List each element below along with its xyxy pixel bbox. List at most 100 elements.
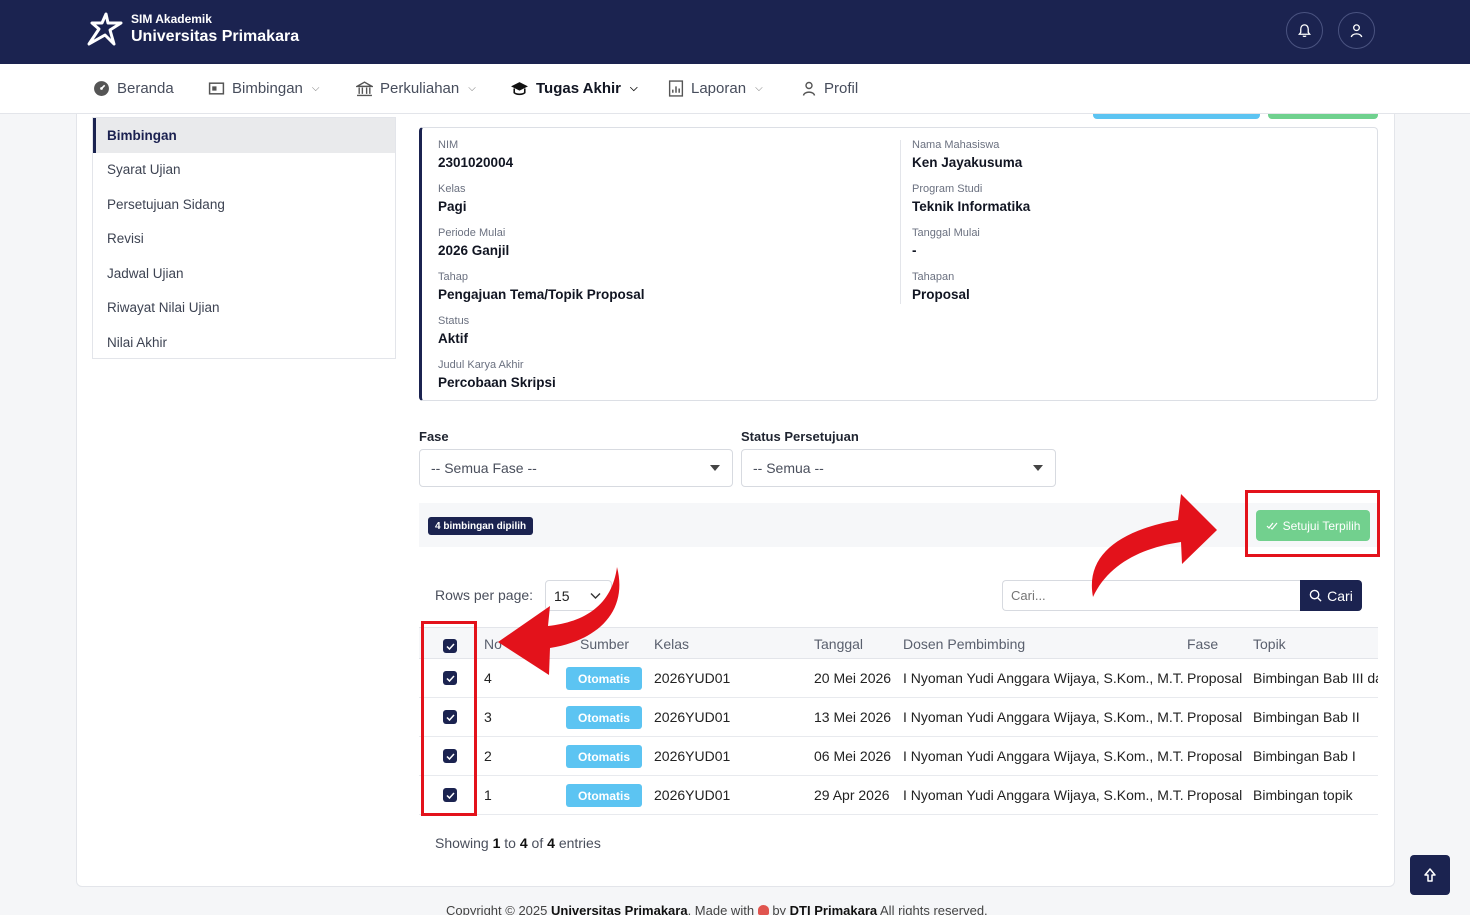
cell-dosen: I Nyoman Yudi Anggara Wijaya, S.Kom., M.…: [903, 709, 1184, 725]
top-header: SIM Akademik Universitas Primakara: [0, 0, 1470, 64]
nav-bimbingan[interactable]: Bimbingan ⌵: [208, 64, 319, 113]
annotation-highlight-approve: [1245, 490, 1380, 557]
scroll-to-top-button[interactable]: [1410, 855, 1450, 895]
info-label: Judul Karya Akhir: [438, 359, 524, 371]
info-periode: Periode Mulai 2026 Ganjil: [438, 226, 509, 262]
info-divider: [900, 140, 901, 304]
info-button-partial[interactable]: [1093, 114, 1260, 119]
source-badge: Otomatis: [566, 784, 642, 807]
sidebar-item-riwayat-nilai-ujian[interactable]: Riwayat Nilai Ujian: [93, 291, 395, 326]
sidebar-item-revisi[interactable]: Revisi: [93, 222, 395, 257]
showing-to: 4: [519, 835, 528, 851]
rows-per-page-value: 15: [554, 587, 570, 604]
student-info-panel: NIM 2301020004 Kelas Pagi Periode Mulai …: [419, 127, 1378, 401]
fase-select-value: -- Semua Fase --: [431, 460, 537, 476]
info-tahap: Tahap Pengajuan Tema/Topik Proposal: [438, 270, 645, 306]
cell-kelas: 2026YUD01: [654, 787, 731, 803]
footer-team-link[interactable]: DTI Primakara: [790, 903, 877, 915]
column-header-fase[interactable]: Fase: [1187, 636, 1218, 652]
showing-suffix: entries: [558, 835, 601, 851]
cell-fase: Proposal: [1187, 787, 1243, 803]
info-label: Nama Mahasiswa: [912, 139, 1000, 151]
info-label: NIM: [438, 139, 459, 151]
brand-text: SIM Akademik Universitas Primakara: [131, 12, 299, 48]
table-entries-info: Showing 1 to 4 of 4 entries: [435, 835, 601, 851]
brand-title: Universitas Primakara: [131, 28, 300, 45]
info-value: 2026 Ganjil: [438, 243, 510, 258]
source-badge: Otomatis: [566, 706, 642, 729]
cell-kelas: 2026YUD01: [654, 748, 731, 764]
status-select[interactable]: -- Semua --: [741, 449, 1056, 487]
table-row[interactable]: 4 Otomatis 2026YUD01 20 Mei 2026 I Nyoma…: [419, 659, 1378, 698]
selected-count-badge: 4 bimbingan dipilih: [428, 517, 534, 535]
filter-status-label: Status Persetujuan: [741, 429, 859, 444]
rows-per-page-label: Rows per page:: [435, 587, 534, 603]
fase-select[interactable]: -- Semua Fase --: [419, 449, 733, 487]
cell-kelas: 2026YUD01: [654, 709, 731, 725]
account-button[interactable]: [1338, 12, 1375, 49]
cell-no: 4: [484, 670, 492, 686]
column-header-dosen[interactable]: Dosen Pembimbing: [903, 636, 1025, 652]
page-footer: Copyright © 2025 Universitas Primakara. …: [446, 903, 988, 915]
cell-tanggal: 29 Apr 2026: [814, 787, 890, 803]
cell-dosen: I Nyoman Yudi Anggara Wijaya, S.Kom., M.…: [903, 748, 1184, 764]
bell-icon: [1298, 24, 1311, 38]
column-header-no[interactable]: No: [484, 636, 502, 652]
rows-per-page-select[interactable]: 15: [545, 580, 612, 611]
column-header-topik[interactable]: Topik: [1253, 636, 1286, 652]
nav-perkuliahan-label: Perkuliahan: [380, 80, 460, 97]
info-value: Percobaan Skripsi: [438, 375, 556, 390]
cell-fase: Proposal: [1187, 748, 1243, 764]
main-navbar: Beranda Bimbingan ⌵ Perkuliahan ⌵ Tugas …: [0, 64, 1470, 114]
cell-topik: Bimbingan Bab I: [1253, 748, 1356, 764]
sidebar-item-nilai-akhir[interactable]: Nilai Akhir: [93, 325, 395, 360]
cell-topik: Bimbingan Bab III dan IV: [1253, 670, 1378, 686]
nav-beranda-label: Beranda: [117, 80, 174, 97]
cell-kelas: 2026YUD01: [654, 670, 731, 686]
nav-profil[interactable]: Profil: [801, 64, 858, 113]
footer-made: . Made with: [687, 903, 755, 915]
table-row[interactable]: 1 Otomatis 2026YUD01 29 Apr 2026 I Nyoma…: [419, 776, 1378, 815]
sidebar-item-jadwal-ujian[interactable]: Jadwal Ujian: [93, 256, 395, 291]
column-header-kelas[interactable]: Kelas: [654, 636, 689, 652]
nav-laporan[interactable]: Laporan ⌵: [668, 64, 763, 113]
nav-perkuliahan[interactable]: Perkuliahan ⌵: [356, 64, 476, 113]
source-badge: Otomatis: [566, 745, 642, 768]
info-label: Tahap: [438, 271, 468, 283]
cell-no: 2: [484, 748, 492, 764]
cell-topik: Bimbingan Bab II: [1253, 709, 1360, 725]
cell-no: 3: [484, 709, 492, 725]
nav-beranda[interactable]: Beranda: [93, 64, 174, 113]
search-button[interactable]: Cari: [1300, 580, 1362, 611]
info-label: Program Studi: [912, 183, 983, 195]
nav-laporan-label: Laporan: [691, 80, 747, 97]
report-icon: [668, 80, 684, 97]
table-row[interactable]: 2 Otomatis 2026YUD01 06 Mei 2026 I Nyoma…: [419, 737, 1378, 776]
sidebar-item-bimbingan[interactable]: Bimbingan: [93, 118, 395, 153]
search-button-label: Cari: [1327, 587, 1353, 604]
university-logo[interactable]: [86, 11, 124, 49]
sidebar-item-persetujuan-sidang[interactable]: Persetujuan Sidang: [93, 187, 395, 222]
bimbingan-table: No Sumber Kelas Tanggal Dosen Pembimbing…: [419, 627, 1378, 817]
column-header-sumber[interactable]: Sumber: [580, 636, 629, 652]
dashboard-icon: [94, 81, 109, 96]
column-header-tanggal[interactable]: Tanggal: [814, 636, 863, 652]
table-header: No Sumber Kelas Tanggal Dosen Pembimbing…: [419, 627, 1378, 659]
cell-tanggal: 20 Mei 2026: [814, 670, 892, 686]
selection-bar: [419, 503, 1378, 547]
footer-org-link[interactable]: Universitas Primakara: [551, 903, 688, 915]
nav-tugas-akhir[interactable]: Tugas Akhir ⌵: [510, 64, 638, 113]
footer-copyright: Copyright © 2025: [446, 903, 548, 915]
info-value: -: [912, 243, 917, 258]
heart-icon: [757, 905, 769, 915]
notification-button[interactable]: [1286, 12, 1323, 49]
table-row[interactable]: 3 Otomatis 2026YUD01 13 Mei 2026 I Nyoma…: [419, 698, 1378, 737]
info-prodi: Program Studi Teknik Informatika: [912, 182, 1030, 218]
footer-by: by: [772, 903, 787, 915]
sidebar-item-syarat-ujian[interactable]: Syarat Ujian: [93, 153, 395, 188]
search-input[interactable]: [1002, 580, 1300, 611]
user-icon: [1350, 24, 1363, 38]
showing-from: 1: [492, 835, 501, 851]
success-button-partial[interactable]: [1268, 114, 1378, 119]
info-label: Tahapan: [912, 271, 955, 283]
